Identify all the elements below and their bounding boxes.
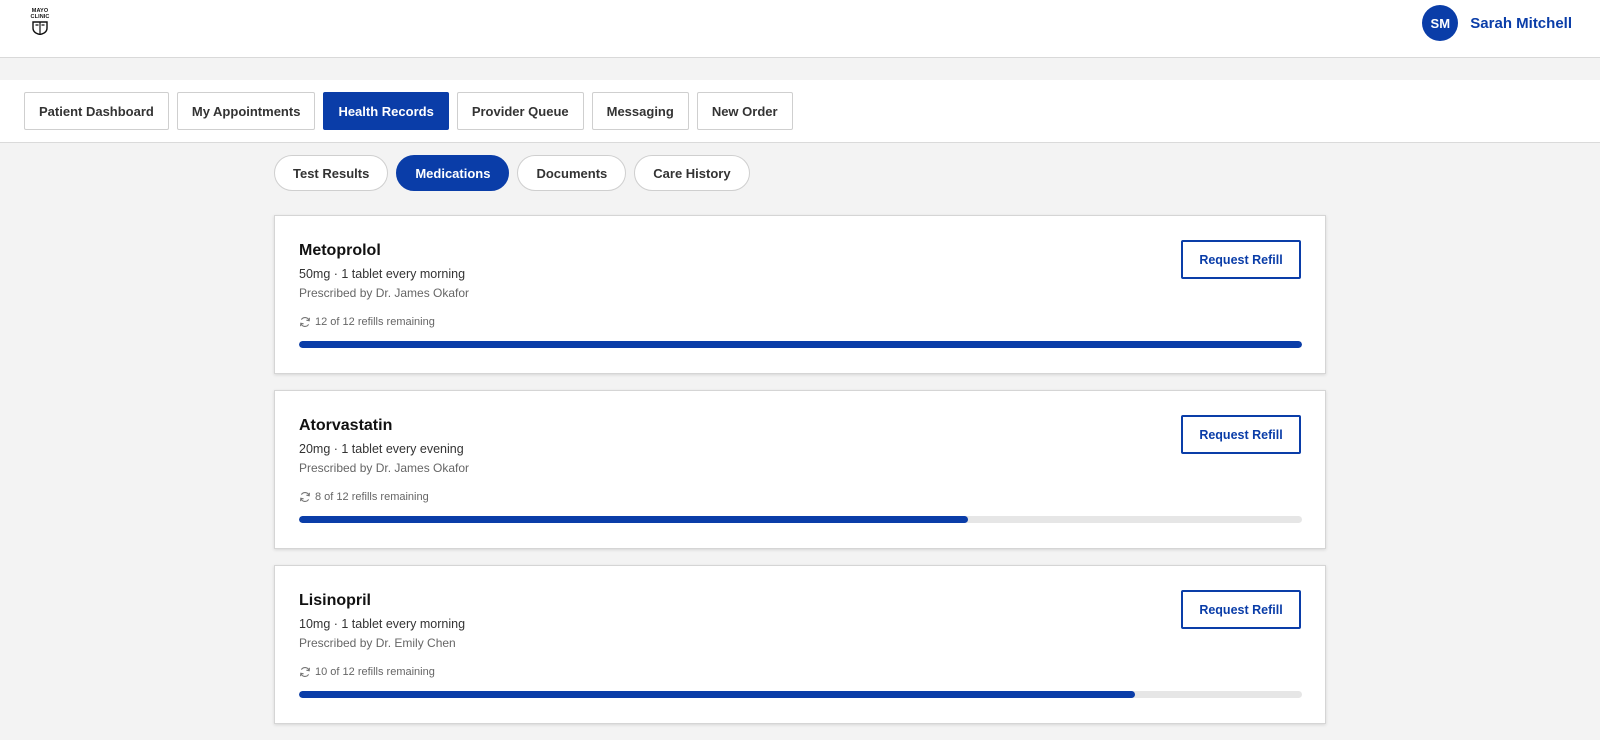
top-header: MAYO CLINIC SM Sarah Mitchell bbox=[0, 0, 1600, 58]
request-refill-button[interactable]: Request Refill bbox=[1181, 415, 1301, 454]
medication-card: Lisinopril 10mg · 1 tablet every morning… bbox=[274, 565, 1326, 724]
nav-health-records[interactable]: Health Records bbox=[323, 92, 449, 130]
medication-prescriber: Prescribed by Dr. James Okafor bbox=[299, 286, 470, 300]
refills-progress-bar bbox=[299, 341, 1302, 348]
request-refill-button[interactable]: Request Refill bbox=[1181, 590, 1301, 629]
medication-name: Metoprolol bbox=[299, 242, 381, 259]
tab-medications[interactable]: Medications bbox=[396, 155, 510, 191]
tab-documents[interactable]: Documents bbox=[517, 155, 627, 191]
nav-provider-queue[interactable]: Provider Queue bbox=[456, 92, 584, 130]
refills-status: 8 of 12 refills remaining bbox=[299, 491, 429, 503]
medication-dose: 50mg · 1 tablet every morning bbox=[299, 267, 466, 281]
refills-progress-fill bbox=[299, 341, 1302, 348]
user-menu[interactable]: SM Sarah Mitchell bbox=[1422, 5, 1572, 41]
refills-text: 10 of 12 refills remaining bbox=[315, 666, 435, 678]
nav-my-appointments[interactable]: My Appointments bbox=[176, 92, 316, 130]
medication-list: Metoprolol 50mg · 1 tablet every morning… bbox=[274, 215, 1326, 740]
refills-status: 10 of 12 refills remaining bbox=[299, 666, 435, 678]
refresh-icon bbox=[300, 317, 310, 327]
main-nav-bar: Patient Dashboard My Appointments Health… bbox=[0, 80, 1600, 143]
medication-dose: 10mg · 1 tablet every morning bbox=[299, 617, 466, 631]
tab-care-history[interactable]: Care History bbox=[634, 155, 750, 191]
tab-test-results[interactable]: Test Results bbox=[274, 155, 389, 191]
main-nav: Patient Dashboard My Appointments Health… bbox=[24, 92, 793, 130]
medication-prescriber: Prescribed by Dr. James Okafor bbox=[299, 461, 470, 475]
medication-name: Lisinopril bbox=[299, 592, 371, 609]
user-name[interactable]: Sarah Mitchell bbox=[1470, 15, 1572, 32]
nav-messaging[interactable]: Messaging bbox=[591, 92, 689, 130]
refills-status: 12 of 12 refills remaining bbox=[299, 316, 435, 328]
medication-dose: 20mg · 1 tablet every evening bbox=[299, 442, 464, 456]
medication-card: Metoprolol 50mg · 1 tablet every morning… bbox=[274, 215, 1326, 374]
refills-progress-bar bbox=[299, 691, 1302, 698]
nav-new-order[interactable]: New Order bbox=[696, 92, 793, 130]
refills-progress-bar bbox=[299, 516, 1302, 523]
refills-progress-fill bbox=[299, 516, 968, 523]
logo-text-line-2: CLINIC bbox=[30, 14, 50, 20]
avatar[interactable]: SM bbox=[1422, 5, 1459, 41]
nav-patient-dashboard[interactable]: Patient Dashboard bbox=[24, 92, 169, 130]
medication-prescriber: Prescribed by Dr. Emily Chen bbox=[299, 636, 456, 650]
medication-name: Atorvastatin bbox=[299, 417, 393, 434]
refresh-icon bbox=[300, 492, 310, 502]
refills-progress-fill bbox=[299, 691, 1135, 698]
mayo-clinic-logo[interactable]: MAYO CLINIC bbox=[26, 8, 54, 38]
refills-text: 12 of 12 refills remaining bbox=[315, 316, 435, 328]
health-records-tabs: Test Results Medications Documents Care … bbox=[274, 155, 750, 191]
refresh-icon bbox=[300, 667, 310, 677]
request-refill-button[interactable]: Request Refill bbox=[1181, 240, 1301, 279]
mayo-shield-icon bbox=[32, 21, 48, 35]
medication-card: Atorvastatin 20mg · 1 tablet every eveni… bbox=[274, 390, 1326, 549]
refills-text: 8 of 12 refills remaining bbox=[315, 491, 429, 503]
